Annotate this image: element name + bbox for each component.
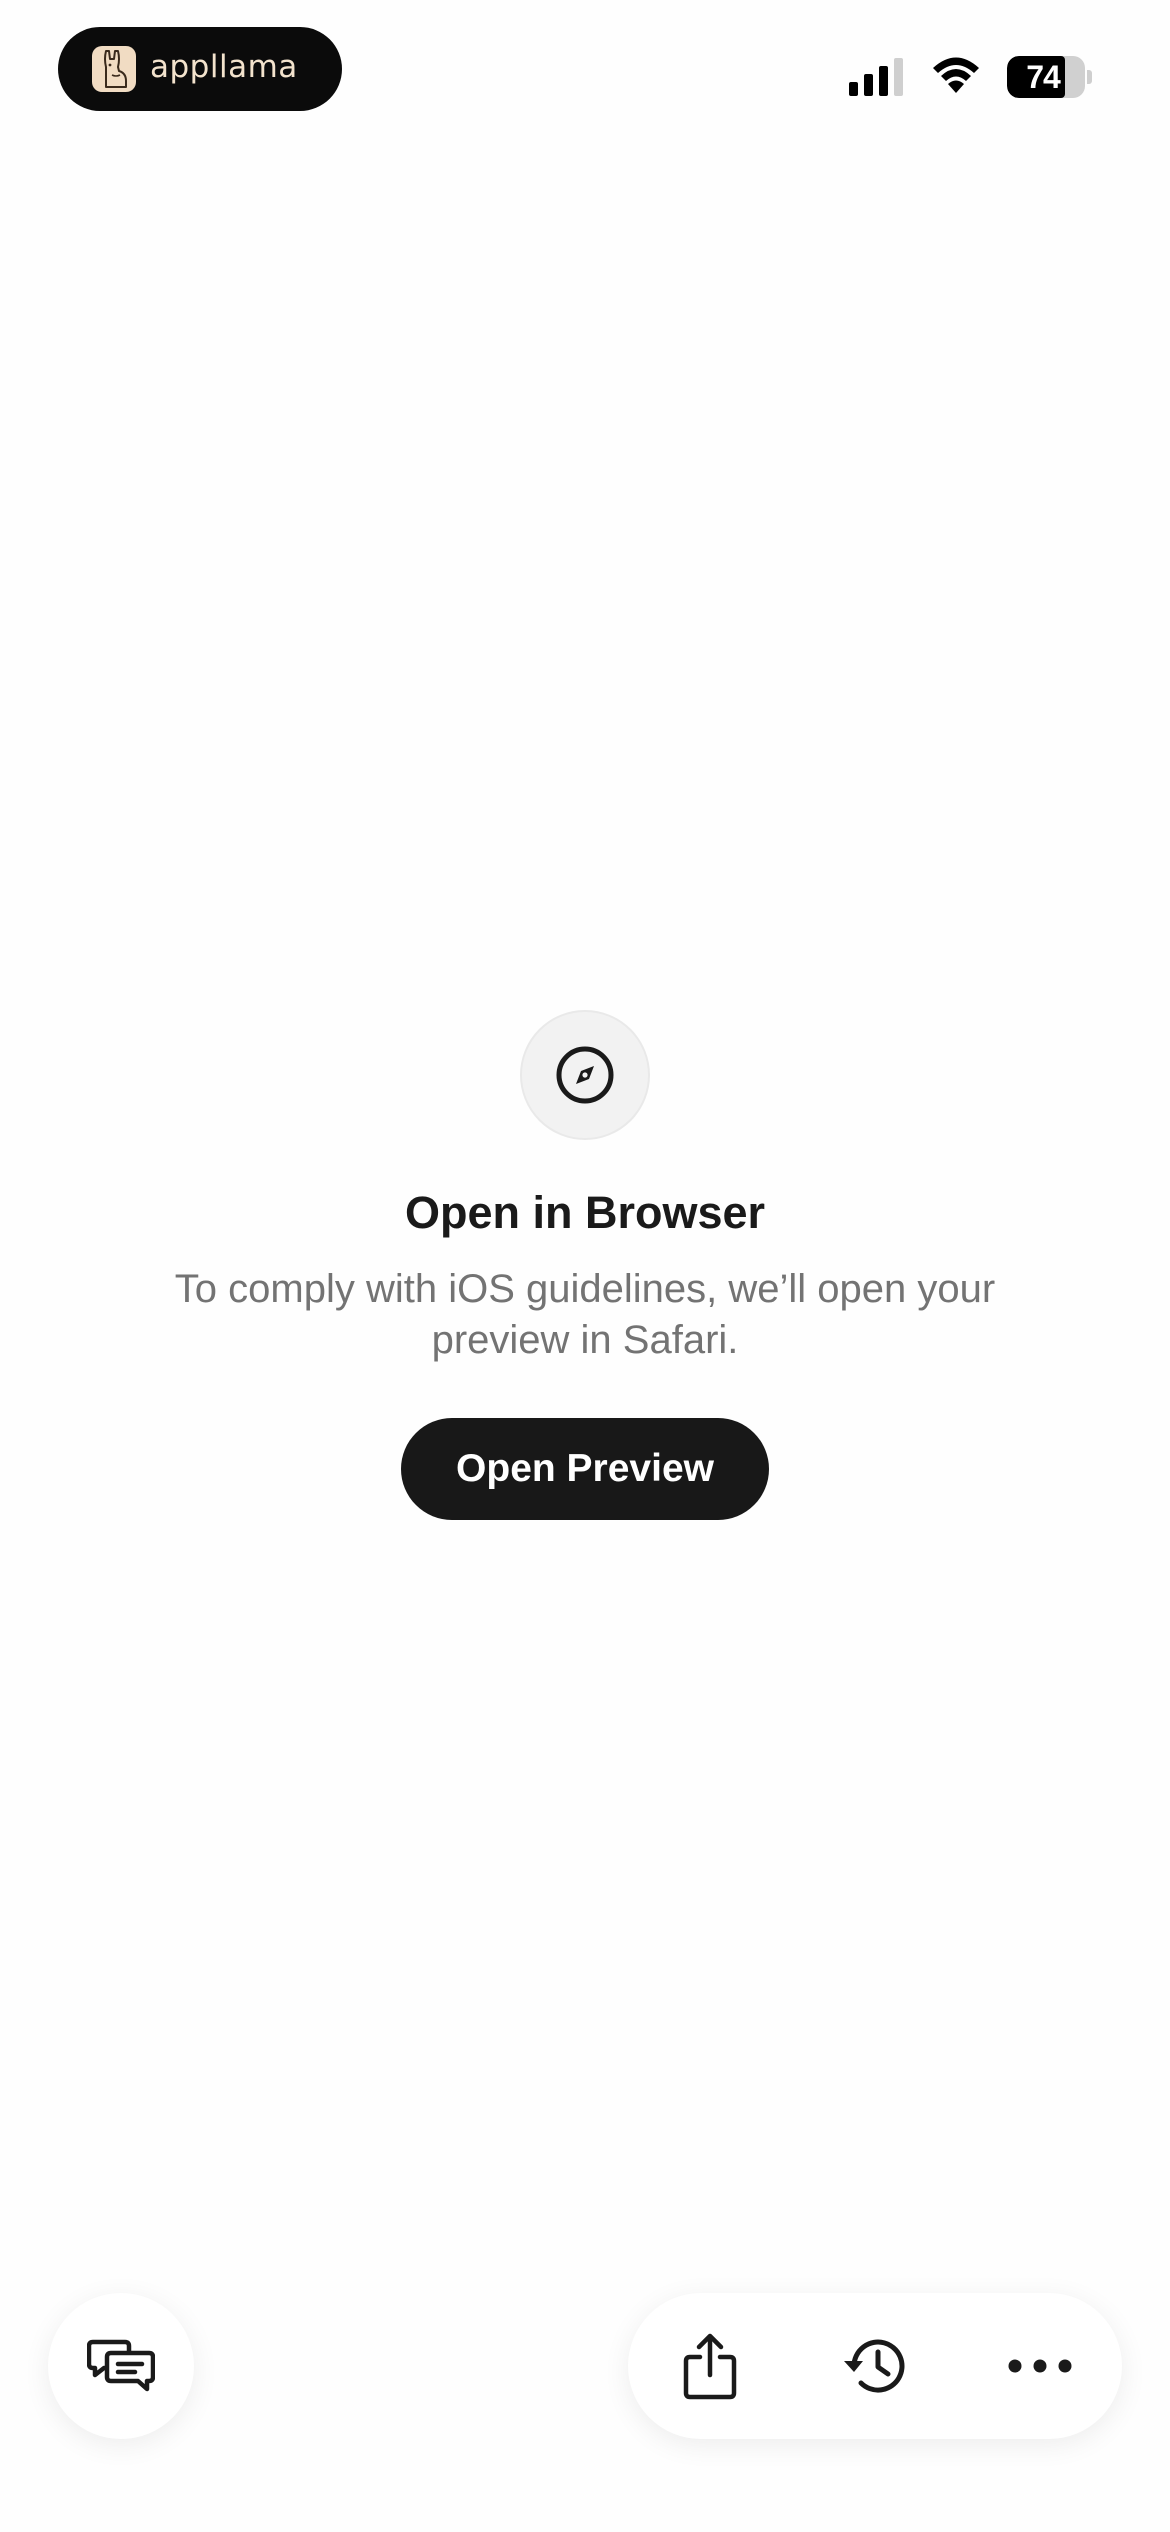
chat-bubbles-icon bbox=[87, 2339, 155, 2392]
cellular-signal-icon bbox=[849, 58, 903, 96]
chat-button[interactable] bbox=[48, 2293, 194, 2439]
battery-icon: 74 bbox=[1007, 56, 1092, 98]
app-name: appllama bbox=[150, 48, 298, 85]
dialog-message: To comply with iOS guidelines, we’ll ope… bbox=[174, 1266, 996, 1362]
signal-bar bbox=[879, 66, 888, 96]
signal-bar bbox=[849, 82, 858, 96]
status-indicators: 74 bbox=[849, 56, 1092, 98]
open-preview-button[interactable]: Open Preview bbox=[401, 1417, 769, 1520]
app-badge[interactable]: appllama bbox=[58, 27, 342, 111]
history-icon bbox=[844, 2339, 905, 2393]
history-button[interactable] bbox=[835, 2326, 915, 2406]
more-icon bbox=[1008, 2359, 1072, 2373]
compass-icon bbox=[520, 1010, 650, 1140]
more-options-button[interactable] bbox=[1000, 2326, 1080, 2406]
signal-bar bbox=[894, 58, 903, 96]
bottom-toolbar bbox=[628, 2293, 1122, 2439]
share-icon bbox=[683, 2333, 737, 2400]
llama-logo-icon bbox=[92, 46, 136, 92]
share-button[interactable] bbox=[670, 2326, 750, 2406]
wifi-icon bbox=[929, 55, 983, 100]
signal-bar bbox=[864, 74, 873, 96]
open-in-browser-panel: Open in Browser To comply with iOS guide… bbox=[0, 1010, 1170, 1520]
dialog-title: Open in Browser bbox=[404, 1187, 766, 1238]
battery-percentage: 74 bbox=[1026, 58, 1061, 95]
